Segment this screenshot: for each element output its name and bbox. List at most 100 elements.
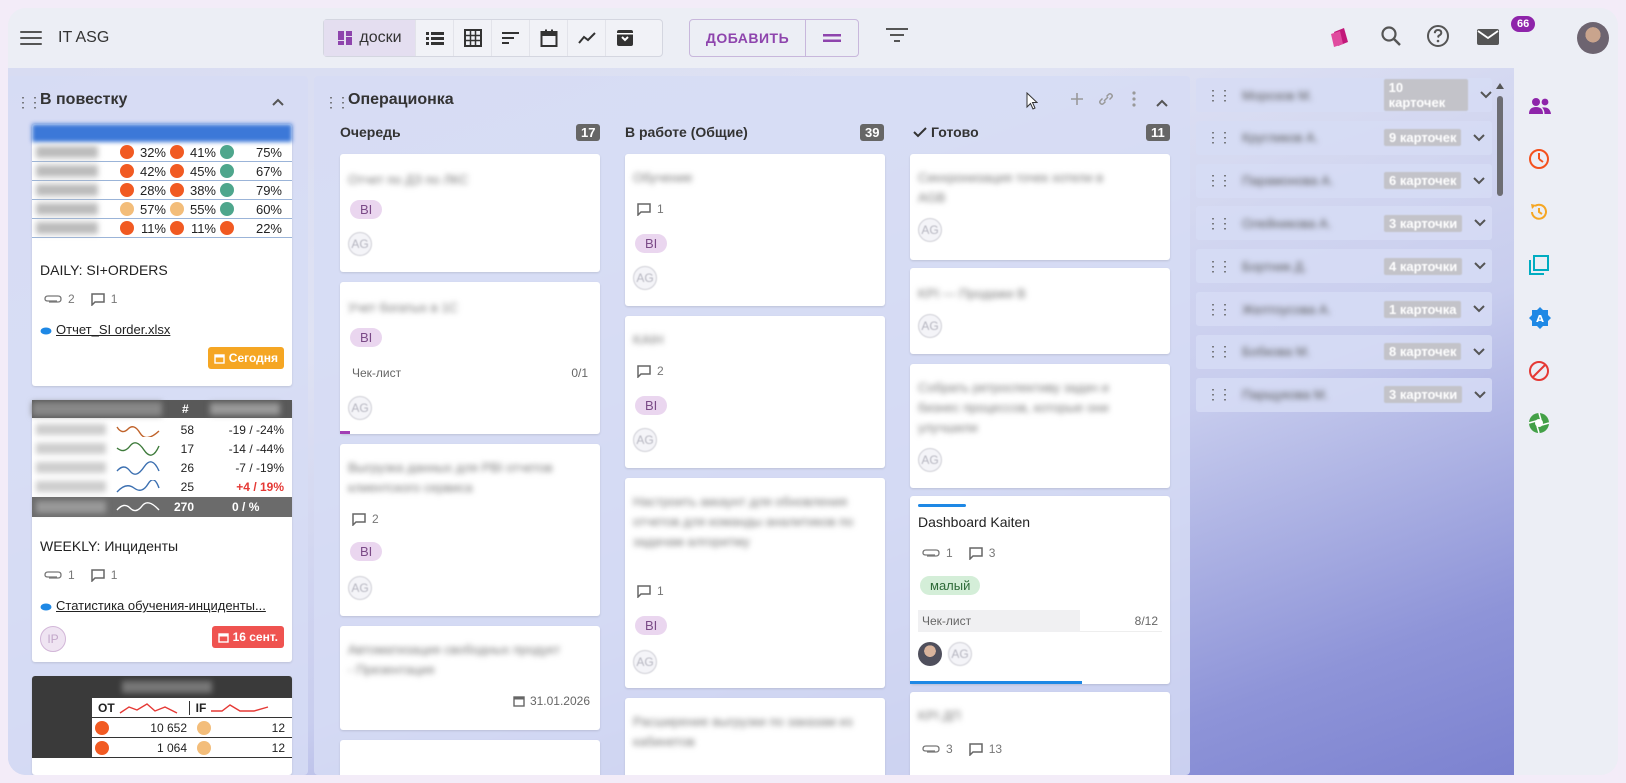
card-file-link[interactable]: Статистика обучения-инциденты... xyxy=(40,598,266,613)
blocked-icon[interactable] xyxy=(1528,360,1550,385)
done-card-2[interactable]: KPI — Продажи В AG xyxy=(910,268,1170,354)
expand-chevron-icon[interactable] xyxy=(1474,219,1486,227)
expand-chevron-icon[interactable] xyxy=(1480,91,1492,99)
assignee-avatar[interactable]: AG xyxy=(633,428,657,452)
drag-handle-icon[interactable]: ⋮⋮ xyxy=(1206,87,1232,104)
expand-chevron-icon[interactable] xyxy=(1474,262,1486,270)
queue-card-1[interactable]: Отчет по ДЗ по ЛКС BI AG xyxy=(340,154,600,272)
drag-handle-icon[interactable]: ⋮⋮ xyxy=(324,94,350,111)
expand-chevron-icon[interactable] xyxy=(1474,390,1486,399)
scrollbar-thumb[interactable] xyxy=(1497,96,1503,196)
swimlane-row[interactable]: ⋮⋮ Парамонова А. 6 карточек xyxy=(1196,163,1492,198)
view-list-button[interactable] xyxy=(416,20,454,56)
automation-icon[interactable]: A xyxy=(1528,306,1552,333)
link-icon[interactable] xyxy=(1098,92,1114,109)
done-card-dashboard-kaiten[interactable]: Dashboard Kaiten 1 3 малый Чек-лист 8/12… xyxy=(910,496,1170,684)
queue-card-3[interactable]: Выгрузка данных для PBI отчетов клиентск… xyxy=(340,444,600,616)
view-timeline-button[interactable] xyxy=(492,20,530,56)
drag-handle-icon[interactable]: ⋮⋮ xyxy=(1206,301,1232,318)
search-icon[interactable] xyxy=(1380,25,1402,50)
add-card-icon[interactable] xyxy=(1070,92,1084,109)
swimlane-row[interactable]: ⋮⋮ Желтоусова А. 1 карточка xyxy=(1196,292,1492,326)
queue-card-2[interactable]: Учет богатых в 1С BI Чек-лист 0/1 AG xyxy=(340,282,600,434)
assignee-avatar[interactable]: AG xyxy=(948,642,972,666)
swimlane-row[interactable]: ⋮⋮ Кругликов А. 9 карточек xyxy=(1196,120,1492,155)
cards-icon[interactable] xyxy=(1328,24,1354,53)
board-scrollbar[interactable] xyxy=(1495,78,1505,775)
swimlane-row[interactable]: ⋮⋮ Бортник Д. 4 карточки xyxy=(1196,249,1492,284)
user-avatar[interactable] xyxy=(1577,22,1609,54)
card-file-link[interactable]: Отчет_SI order.xlsx xyxy=(40,322,170,337)
done-card-5[interactable]: KPI ДП 3 13 xyxy=(910,692,1170,775)
progress-card-1[interactable]: Обучение 1 BI AG xyxy=(625,154,885,306)
sort-icon xyxy=(501,32,519,44)
collapse-chevron-icon[interactable] xyxy=(1156,95,1168,110)
assignee-avatar[interactable]: AG xyxy=(348,396,372,420)
aperture-icon[interactable] xyxy=(1528,412,1550,437)
view-table-button[interactable] xyxy=(454,20,492,56)
assignee-avatar[interactable]: AG xyxy=(918,218,942,242)
assignee-avatar[interactable]: AG xyxy=(633,650,657,674)
tag-bi[interactable]: BI xyxy=(350,542,383,561)
mail-icon[interactable] xyxy=(1476,28,1500,49)
add-options-button[interactable] xyxy=(806,20,858,56)
swimlane-row[interactable]: ⋮⋮ Олейникова А. 3 карточки xyxy=(1196,206,1492,241)
checklist-row[interactable]: Чек-лист 0/1 xyxy=(352,366,588,380)
assignee-avatar[interactable]: AG xyxy=(918,314,942,338)
menu-icon[interactable] xyxy=(20,28,42,46)
view-archive-button[interactable] xyxy=(606,20,644,56)
drag-handle-icon[interactable]: ⋮⋮ xyxy=(1206,215,1232,232)
drag-handle-icon[interactable]: ⋮⋮ xyxy=(1206,129,1232,146)
progress-card-3[interactable]: Настроить аккаунт для обновления отчетов… xyxy=(625,478,885,688)
history-icon[interactable] xyxy=(1528,201,1550,226)
view-calendar-button[interactable] xyxy=(530,20,568,56)
help-icon[interactable] xyxy=(1426,24,1450,51)
assignee-avatar[interactable]: AG xyxy=(348,576,372,600)
tag-small[interactable]: малый xyxy=(920,576,981,595)
tag-bi[interactable]: BI xyxy=(635,616,668,635)
copy-icon[interactable] xyxy=(1528,254,1550,279)
assignee-avatar[interactable]: IP xyxy=(40,626,66,652)
card-daily-orders[interactable]: 32% 41% 75% 42% 45% 67% 28% 38% 79% 57% 55% 60% 11% 1… xyxy=(32,124,292,386)
done-card-3[interactable]: Собрать ретроспективу задач и бизнес про… xyxy=(910,364,1170,488)
drag-handle-icon[interactable]: ⋮⋮ xyxy=(1206,258,1232,275)
assignee-photo-avatar[interactable] xyxy=(918,642,942,666)
card-weekly-incidents[interactable]: # 58 -19 / -24% 17 -14 / -44% 26 -7 / -19% 25 +… xyxy=(32,400,292,662)
progress-card-2[interactable]: KAIH 2 BI AG xyxy=(625,316,885,468)
view-boards-button[interactable]: доски xyxy=(324,20,416,56)
expand-chevron-icon[interactable] xyxy=(1473,176,1486,185)
card-ot-if[interactable]: OT IF 10 652 12 1 064 12 xyxy=(32,676,292,775)
collapse-chevron-icon[interactable] xyxy=(272,94,284,109)
due-overdue-badge[interactable]: 16 сент. xyxy=(211,626,284,648)
tag-bi[interactable]: BI xyxy=(635,396,668,415)
drag-handle-icon[interactable]: ⋮⋮ xyxy=(1206,172,1232,189)
checklist-row[interactable]: Чек-лист 8/12 xyxy=(918,610,1162,632)
tag-bi[interactable]: BI xyxy=(350,328,383,347)
drag-handle-icon[interactable]: ⋮⋮ xyxy=(1206,343,1232,360)
scroll-up-icon[interactable] xyxy=(1495,82,1505,90)
assignee-avatar[interactable]: AG xyxy=(348,232,372,256)
add-button[interactable]: ДОБАВИТЬ xyxy=(690,20,806,56)
expand-chevron-icon[interactable] xyxy=(1473,348,1486,356)
tag-bi[interactable]: BI xyxy=(350,200,383,219)
tag-bi[interactable]: BI xyxy=(635,234,668,253)
expand-chevron-icon[interactable] xyxy=(1473,305,1486,313)
drag-handle-icon[interactable]: ⋮⋮ xyxy=(1206,386,1232,403)
swimlane-row[interactable]: ⋮⋮ Морозов М. 10 карточек xyxy=(1196,78,1492,112)
more-options-icon[interactable] xyxy=(1132,91,1136,110)
assignee-avatar[interactable]: AG xyxy=(918,448,942,472)
progress-card-4[interactable]: Расширение выгрузки по заказам из кабине… xyxy=(625,698,885,775)
due-today-badge[interactable]: Сегодня xyxy=(207,347,284,369)
expand-chevron-icon[interactable] xyxy=(1473,134,1486,142)
view-reports-button[interactable] xyxy=(568,20,606,56)
timer-icon[interactable] xyxy=(1528,148,1550,173)
queue-card-5[interactable] xyxy=(340,740,600,775)
done-card-1[interactable]: Синхронизация точек хотели в AGB AG xyxy=(910,154,1170,260)
drag-handle-icon[interactable]: ⋮⋮ xyxy=(16,94,42,111)
filter-icon[interactable] xyxy=(886,26,908,47)
swimlane-row[interactable]: ⋮⋮ Парщукова М. 3 карточки xyxy=(1196,377,1492,412)
queue-card-4[interactable]: Автоматизация свободных продукт - Презен… xyxy=(340,626,600,730)
members-icon[interactable] xyxy=(1528,96,1552,119)
assignee-avatar[interactable]: AG xyxy=(633,266,657,290)
swimlane-row[interactable]: ⋮⋮ Бобкова М. 8 карточек xyxy=(1196,334,1492,369)
